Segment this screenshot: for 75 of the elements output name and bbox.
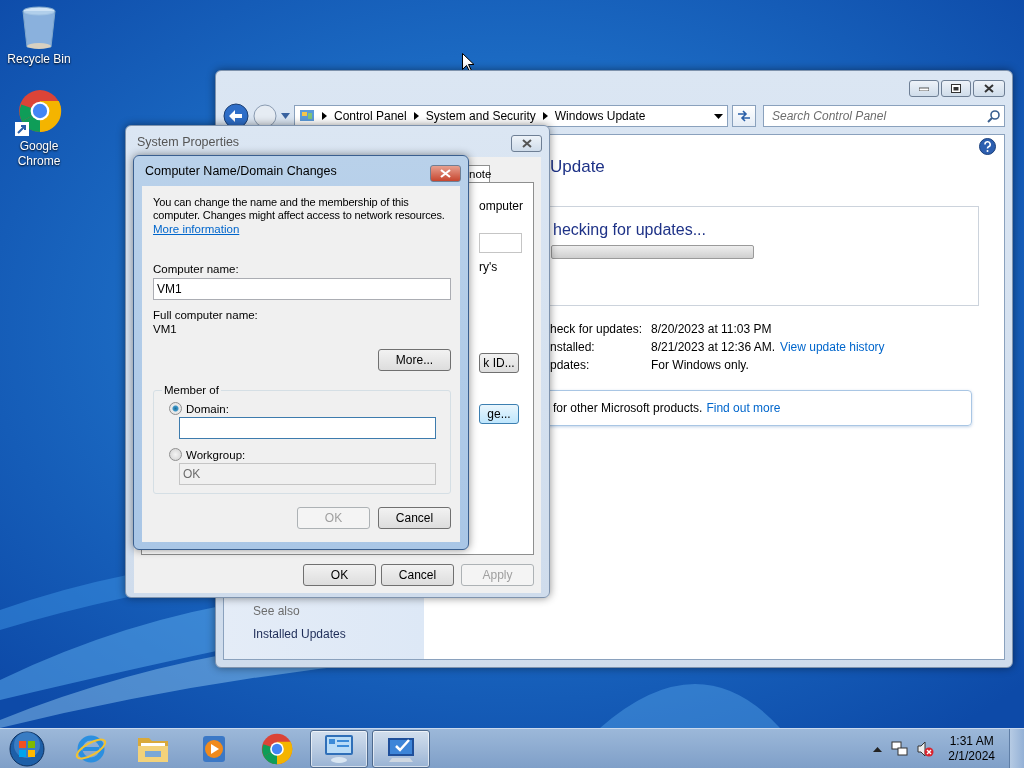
search-icon[interactable] [987,109,1000,123]
notice-text: for other Microsoft products. [553,401,703,415]
search-bar[interactable]: Search Control Panel [763,105,1005,127]
recycle-bin-icon [21,6,57,50]
computer-name-field[interactable]: VM1 [153,278,451,300]
separator-icon [413,112,419,120]
description-text: omputer [479,199,524,213]
dropdown-icon[interactable] [714,113,723,119]
maximize-button[interactable] [941,80,971,97]
radio-option[interactable]: Workgroup: [169,448,436,461]
radio-button[interactable] [169,402,182,415]
sidebar-link[interactable]: Installed Updates [253,627,424,641]
refresh-icon [737,110,751,122]
network-icon[interactable] [890,739,909,758]
breadcrumb-item[interactable]: System and Security [425,109,536,123]
field-label: Computer name: [153,263,239,275]
close-button[interactable] [511,135,542,152]
close-icon [521,139,532,148]
control-panel-icon [299,108,315,124]
close-icon [984,84,994,93]
status-text: hecking for updates... [553,221,707,239]
refresh-button[interactable] [732,105,756,127]
intro-text: You can change the name and the membership of this computer. Changes might affect access to network resources. [153,196,446,222]
breadcrumb-item[interactable]: Control Panel [334,109,407,123]
clock[interactable]: 1:31 AM 2/1/2024 [948,733,995,764]
help-icon[interactable] [979,138,996,155]
tab[interactable]: note [468,165,490,182]
maximize-icon [951,84,961,93]
window-title: System Properties [136,134,240,149]
radio-button[interactable] [169,448,182,461]
monitor-icon [322,732,356,765]
address-bar[interactable]: Control Panel System and Security Windows Update [294,105,728,127]
breadcrumb-item[interactable]: Windows Update [554,109,646,123]
text-field[interactable] [479,233,522,253]
field-label: Full computer name: [153,309,258,321]
close-button[interactable] [973,80,1005,97]
page-title: Update [550,157,605,177]
separator-icon [322,112,327,120]
taskbar-button[interactable] [372,729,430,768]
more-information-link[interactable]: More information [153,222,240,236]
group-label: Member of [163,384,220,396]
description-text: ry's [479,260,498,274]
full-name-value: VM1 [153,323,177,335]
action-button[interactable]: ge... [479,404,519,424]
find-out-more-link[interactable]: Find out more [706,401,781,415]
desktop-icon-label[interactable]: Recycle Bin [2,52,76,67]
dialog-title: Computer Name/Domain Changes [144,164,337,178]
dialog-button[interactable]: Cancel [378,507,451,529]
info-value: 8/21/2023 at 12:36 AM. [651,340,776,354]
info-label: pdates: [550,358,591,372]
desktop-icon-label[interactable]: Google Chrome [2,139,76,169]
chrome-icon [261,732,293,765]
history-link[interactable]: View update history [780,340,885,354]
separator-icon [542,112,548,120]
show-desktop-button[interactable] [1009,729,1024,768]
action-button[interactable]: k ID... [479,353,519,373]
dialog-button[interactable]: OK [303,564,376,586]
text-field[interactable] [179,417,436,439]
info-value: 8/20/2023 at 11:03 PM [651,322,772,336]
more-button[interactable]: More... [378,349,451,371]
minimize-icon [919,86,929,91]
dialog-button[interactable]: Cancel [381,564,454,586]
radio-option[interactable]: Domain: [169,402,436,415]
cursor-icon [462,53,474,72]
speaker-muted-icon[interactable] [916,739,935,758]
section-title: See also [253,604,301,618]
minimize-button[interactable] [909,80,939,97]
info-label: nstalled: [550,340,596,354]
close-icon [440,169,451,178]
chrome-icon [14,87,64,137]
chevron-up-icon[interactable] [873,745,883,752]
info-value: For Windows only. [651,358,749,372]
info-label: heck for updates: [550,322,644,336]
taskbar-button[interactable] [310,729,368,768]
search-field[interactable]: Search Control Panel [772,109,987,123]
